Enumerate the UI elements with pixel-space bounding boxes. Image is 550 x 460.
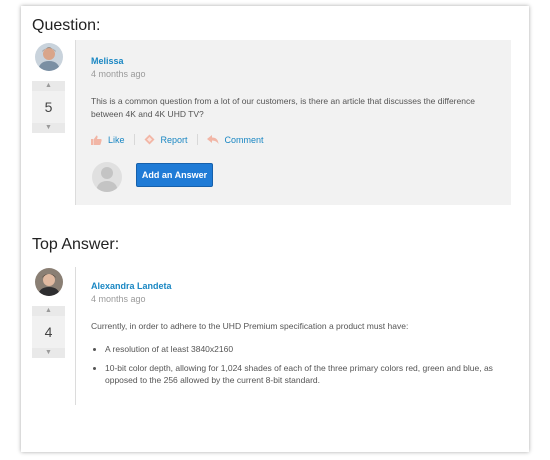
answer-author-name[interactable]: Alexandra Landeta: [91, 281, 172, 291]
action-divider: [133, 134, 135, 145]
answer-vote-count: 4: [44, 324, 53, 340]
answer-heading: Top Answer:: [32, 236, 120, 253]
reply-arrow-icon: [206, 134, 219, 144]
comment-label: Comment: [224, 134, 264, 145]
question-heading: Question:: [32, 17, 101, 34]
question-author-avatar[interactable]: [35, 43, 63, 71]
downvote-icon[interactable]: ▼: [32, 123, 65, 133]
thumbs-up-icon: [91, 135, 102, 145]
comment-button[interactable]: Comment: [206, 134, 264, 145]
current-user-avatar: [92, 162, 122, 192]
list-item: A resolution of at least 3840x2160: [105, 343, 495, 356]
question-body: This is a common question from a lot of …: [91, 96, 475, 119]
like-button[interactable]: Like: [91, 135, 125, 145]
answer-requirements-list: A resolution of at least 3840x2160 10-bi…: [91, 343, 495, 393]
downvote-icon[interactable]: ▼: [32, 348, 65, 358]
list-item: 10-bit color depth, allowing for 1,024 s…: [105, 362, 495, 387]
answer-timestamp: 4 months ago: [91, 294, 146, 304]
upvote-icon[interactable]: ▲: [32, 81, 65, 91]
answer-vote-widget: ▲ 4 ▼: [32, 306, 65, 358]
question-actions: Like Report Comment: [91, 134, 264, 145]
report-label: Report: [160, 134, 188, 145]
upvote-icon[interactable]: ▲: [32, 306, 65, 316]
answer-intro: Currently, in order to adhere to the UHD…: [91, 321, 409, 331]
action-divider: [196, 134, 198, 145]
report-button[interactable]: Report: [144, 134, 188, 145]
like-label: Like: [108, 134, 125, 145]
question-vote-count: 5: [44, 99, 53, 115]
question-timestamp: 4 months ago: [91, 69, 146, 79]
question-author-name[interactable]: Melissa: [91, 56, 124, 66]
answer-author-avatar[interactable]: [35, 268, 63, 296]
add-answer-button[interactable]: Add an Answer: [136, 163, 213, 187]
answer-card: Alexandra Landeta 4 months ago Currently…: [75, 267, 511, 405]
report-flag-icon: [144, 134, 155, 145]
question-card: Melissa 4 months ago This is a common qu…: [75, 40, 511, 205]
question-vote-widget: ▲ 5 ▼: [32, 81, 65, 133]
